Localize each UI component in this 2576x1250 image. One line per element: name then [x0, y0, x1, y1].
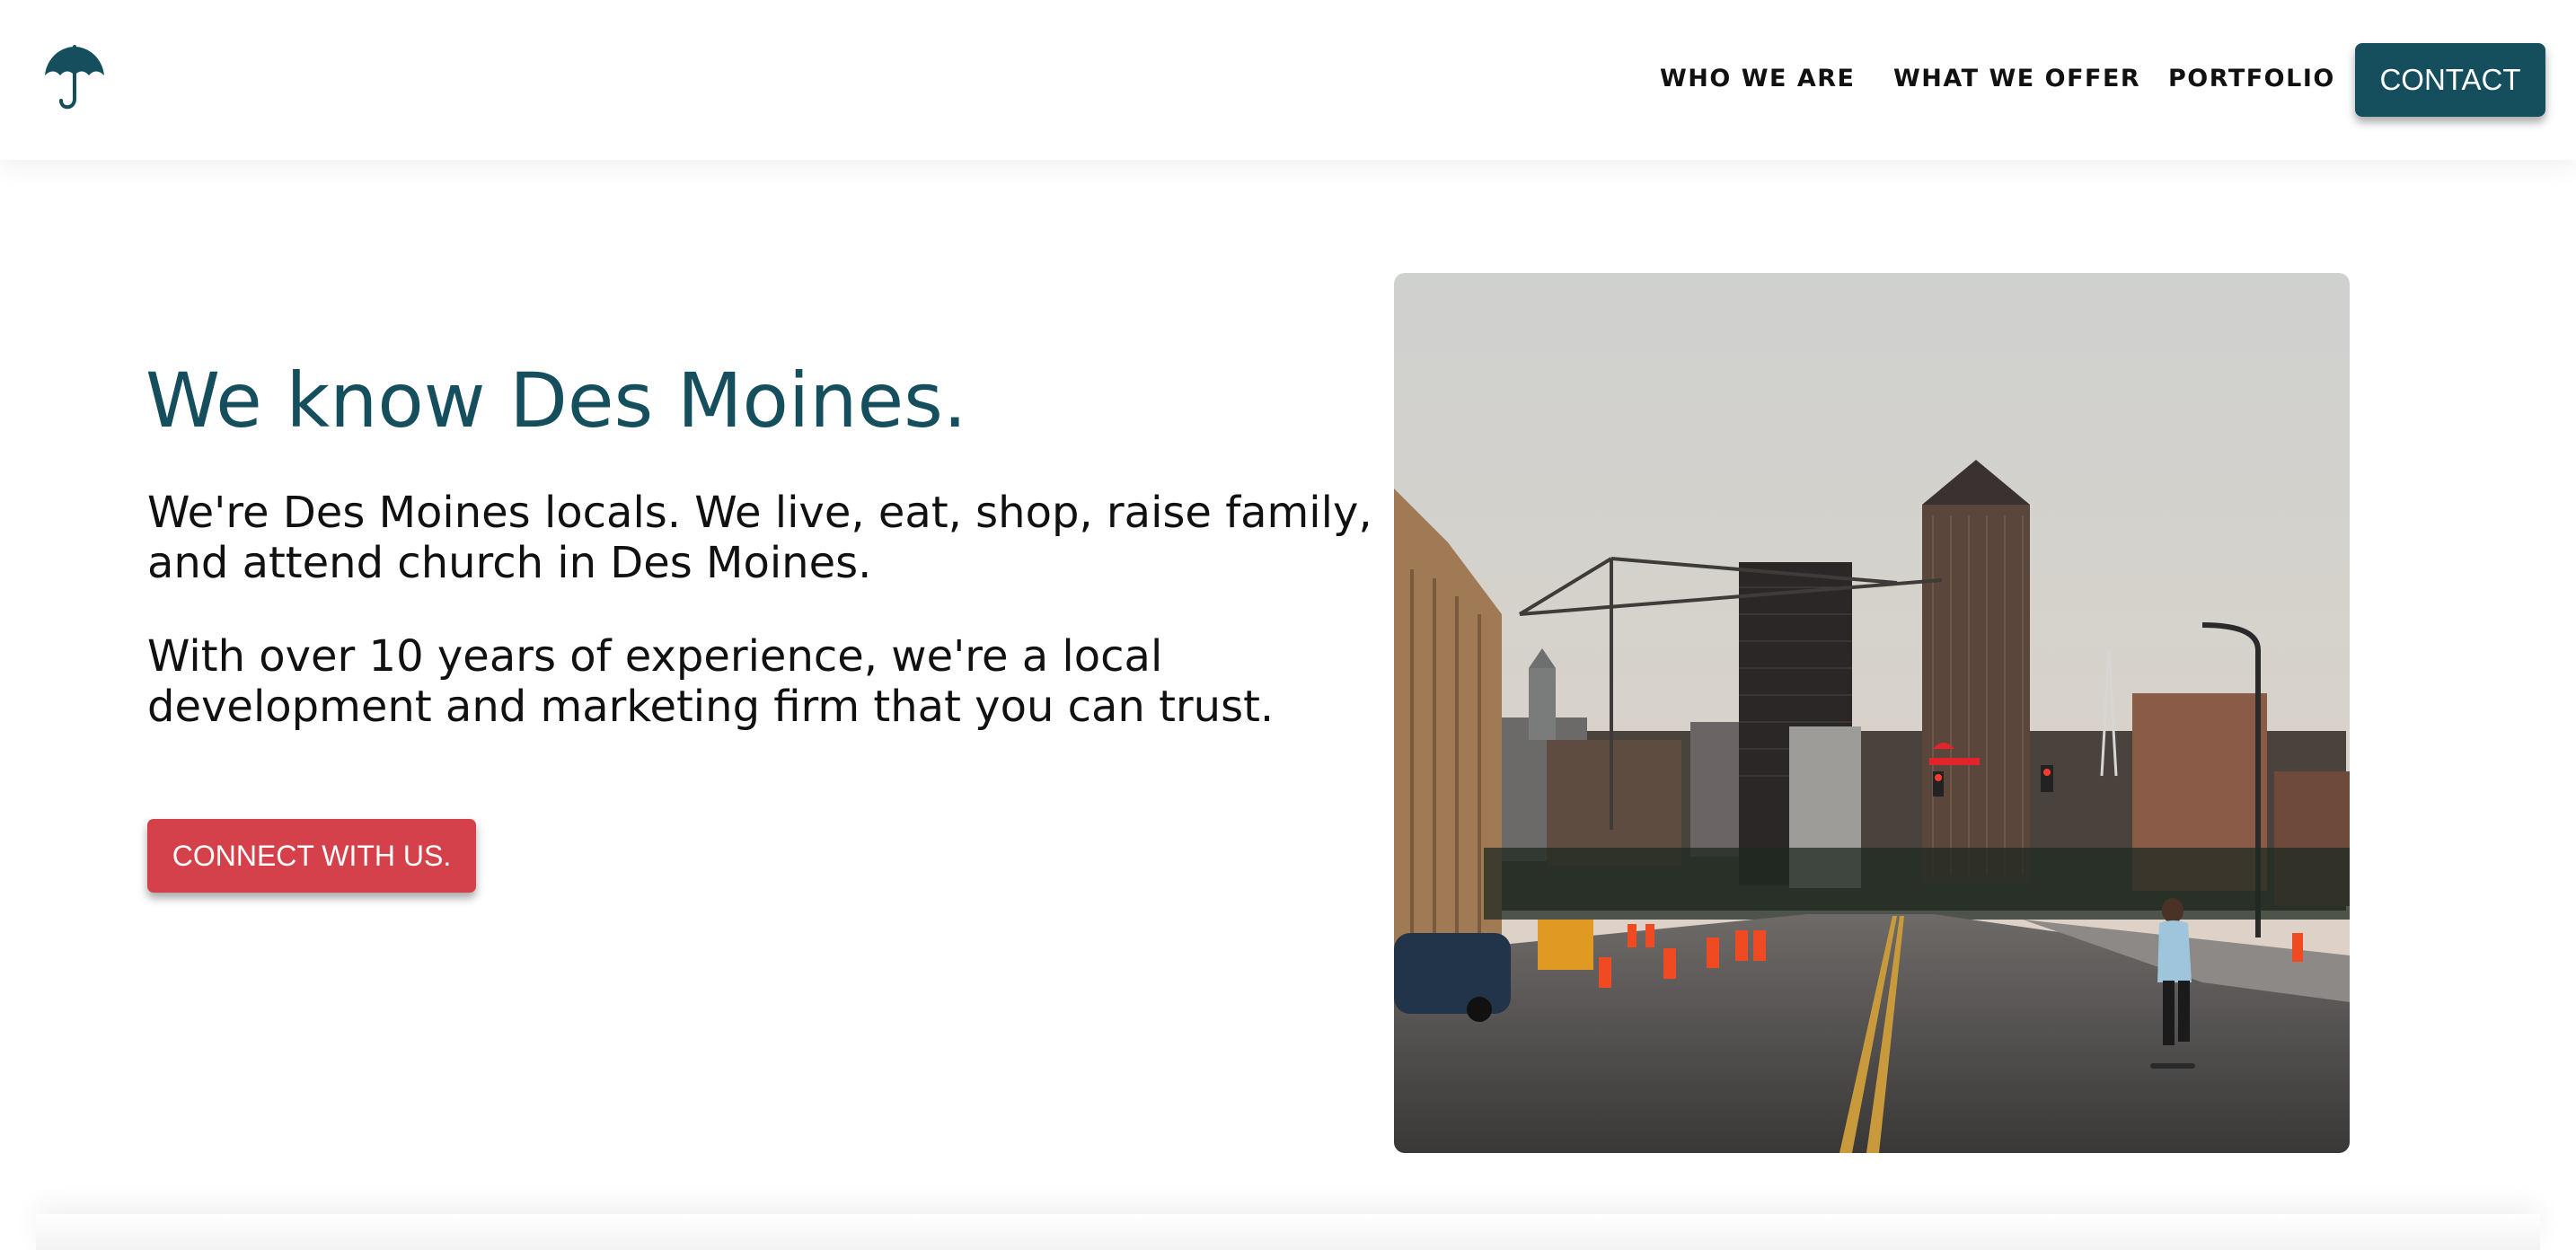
contact-button[interactable]: CONTACT — [2355, 43, 2545, 117]
intro-paragraph: We're Des Moines locals. We live, eat, s… — [147, 488, 1372, 588]
site-header: WHO WE ARE WHAT WE OFFER PORTFOLIO CONTA… — [0, 0, 2576, 160]
page-title: We know Des Moines. — [146, 357, 967, 445]
nav-who-we-are[interactable]: WHO WE ARE — [1660, 63, 1856, 95]
next-section-edge — [36, 1214, 2540, 1250]
umbrella-icon[interactable] — [43, 45, 106, 113]
nav-what-we-offer[interactable]: WHAT WE OFFER — [1893, 63, 2140, 95]
nav-portfolio[interactable]: PORTFOLIO — [2168, 63, 2335, 95]
experience-paragraph: With over 10 years of experience, we're … — [147, 631, 1275, 732]
des-moines-street-photo — [1394, 273, 2350, 1153]
connect-with-us-button[interactable]: CONNECT WITH US. — [147, 819, 476, 893]
